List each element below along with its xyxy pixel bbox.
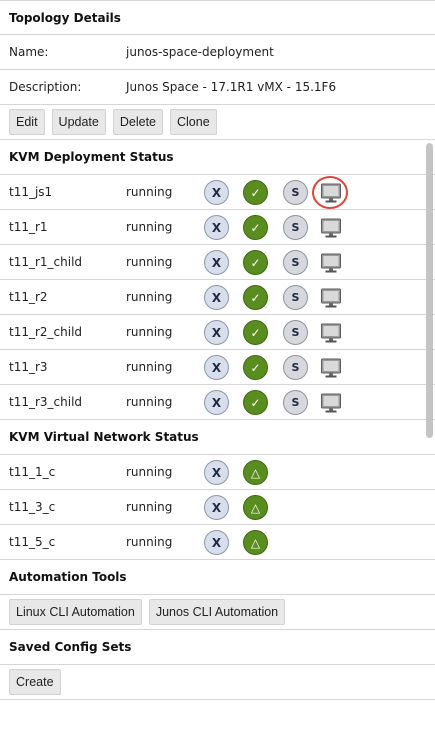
monitor-icon[interactable]	[320, 322, 342, 344]
deployment-row: t11_r1_child running X ✓ S	[0, 245, 435, 280]
node-name: t11_r2_child	[9, 325, 83, 339]
deployment-row: t11_r2 running X ✓ S	[0, 280, 435, 315]
stop-icon[interactable]: X	[204, 285, 229, 310]
edit-button[interactable]: Edit	[9, 109, 45, 135]
junos-cli-automation-button[interactable]: Junos CLI Automation	[148, 599, 286, 625]
node-status: running	[126, 185, 173, 199]
topology-actions: Edit Update Delete Clone	[0, 105, 435, 140]
topology-details-heading: Topology Details	[0, 0, 435, 35]
automation-tools-heading: Automation Tools	[0, 560, 435, 595]
network-row: t11_3_c running X △	[0, 490, 435, 525]
suspend-icon[interactable]: S	[283, 285, 308, 310]
network-status: running	[126, 500, 173, 514]
suspend-icon[interactable]: S	[283, 250, 308, 275]
network-name: t11_3_c	[9, 500, 56, 514]
monitor-icon[interactable]	[320, 217, 342, 239]
monitor-icon[interactable]	[320, 392, 342, 414]
topology-panel: Topology Details Name: junos-space-deplo…	[0, 0, 435, 734]
node-name: t11_r3	[9, 360, 48, 374]
check-icon[interactable]: ✓	[243, 285, 268, 310]
network-name: t11_1_c	[9, 465, 56, 479]
triangle-icon[interactable]: △	[243, 495, 268, 520]
delete-button[interactable]: Delete	[112, 109, 163, 135]
triangle-icon[interactable]: △	[243, 530, 268, 555]
network-name: t11_5_c	[9, 535, 56, 549]
check-icon[interactable]: ✓	[243, 215, 268, 240]
name-value: junos-space-deployment	[126, 45, 274, 59]
node-name: t11_js1	[9, 185, 53, 199]
check-icon[interactable]: ✓	[243, 390, 268, 415]
deployment-row: t11_js1 running X ✓ S	[0, 175, 435, 210]
description-label: Description:	[9, 80, 82, 94]
stop-icon[interactable]: X	[204, 460, 229, 485]
network-status: running	[126, 465, 173, 479]
description-row: Description: Junos Space - 17.1R1 vMX - …	[0, 70, 435, 105]
node-status: running	[126, 255, 173, 269]
stop-icon[interactable]: X	[204, 250, 229, 275]
check-icon[interactable]: ✓	[243, 355, 268, 380]
node-status: running	[126, 290, 173, 304]
suspend-icon[interactable]: S	[283, 390, 308, 415]
linux-cli-automation-button[interactable]: Linux CLI Automation	[9, 599, 142, 625]
saved-config-actions: Create	[0, 665, 435, 700]
node-name: t11_r1	[9, 220, 48, 234]
network-status: running	[126, 535, 173, 549]
deployment-row: t11_r3_child running X ✓ S	[0, 385, 435, 420]
kvm-network-heading: KVM Virtual Network Status	[0, 420, 435, 455]
suspend-icon[interactable]: S	[283, 180, 308, 205]
suspend-icon[interactable]: S	[283, 355, 308, 380]
suspend-icon[interactable]: S	[283, 320, 308, 345]
check-icon[interactable]: ✓	[243, 180, 268, 205]
suspend-icon[interactable]: S	[283, 215, 308, 240]
triangle-icon[interactable]: △	[243, 460, 268, 485]
stop-icon[interactable]: X	[204, 530, 229, 555]
name-label: Name:	[9, 45, 49, 59]
monitor-icon[interactable]	[320, 357, 342, 379]
create-button[interactable]: Create	[9, 669, 61, 695]
monitor-icon[interactable]	[320, 252, 342, 274]
status-scroll-area[interactable]: KVM Deployment Status t11_js1 running X …	[0, 140, 435, 560]
check-icon[interactable]: ✓	[243, 250, 268, 275]
node-name: t11_r3_child	[9, 395, 83, 409]
check-icon[interactable]: ✓	[243, 320, 268, 345]
stop-icon[interactable]: X	[204, 495, 229, 520]
node-status: running	[126, 325, 173, 339]
node-status: running	[126, 395, 173, 409]
network-row: t11_1_c running X △	[0, 455, 435, 490]
deployment-row: t11_r3 running X ✓ S	[0, 350, 435, 385]
stop-icon[interactable]: X	[204, 215, 229, 240]
stop-icon[interactable]: X	[204, 320, 229, 345]
deployment-row: t11_r1 running X ✓ S	[0, 210, 435, 245]
vertical-scrollbar[interactable]	[426, 143, 433, 438]
update-button[interactable]: Update	[51, 109, 106, 135]
node-status: running	[126, 220, 173, 234]
stop-icon[interactable]: X	[204, 180, 229, 205]
node-name: t11_r1_child	[9, 255, 83, 269]
network-row: t11_5_c running X △	[0, 525, 435, 560]
name-row: Name: junos-space-deployment	[0, 35, 435, 70]
deployment-row: t11_r2_child running X ✓ S	[0, 315, 435, 350]
node-status: running	[126, 360, 173, 374]
kvm-deployment-heading: KVM Deployment Status	[0, 140, 435, 175]
description-value: Junos Space - 17.1R1 vMX - 15.1F6	[126, 80, 337, 94]
clone-button[interactable]: Clone	[170, 109, 217, 135]
monitor-icon[interactable]	[320, 182, 342, 204]
node-name: t11_r2	[9, 290, 48, 304]
monitor-icon[interactable]	[320, 287, 342, 309]
stop-icon[interactable]: X	[204, 355, 229, 380]
stop-icon[interactable]: X	[204, 390, 229, 415]
automation-actions: Linux CLI Automation Junos CLI Automatio…	[0, 595, 435, 630]
saved-config-sets-heading: Saved Config Sets	[0, 630, 435, 665]
